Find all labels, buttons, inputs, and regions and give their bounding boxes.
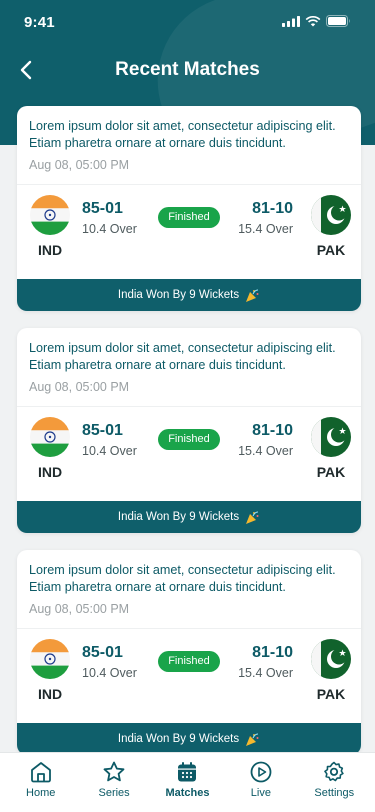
team-home: IND — [28, 417, 72, 480]
star-icon — [103, 761, 125, 782]
status-badge: Finished — [158, 429, 220, 450]
status-bar: 9:41 — [0, 0, 375, 44]
team-away-overs: 15.4 Over — [238, 222, 293, 236]
team-away-score: 81-10 — [252, 422, 293, 439]
page-title: Recent Matches — [115, 59, 260, 80]
team-name: PAK — [316, 242, 346, 258]
pakistan-flag-icon — [311, 417, 351, 457]
match-date: Aug 08, 05:00 PM — [29, 602, 130, 616]
signal-icon — [282, 15, 300, 27]
tab-label: Live — [250, 787, 271, 799]
team-away-score: 81-10 — [252, 200, 293, 217]
team-away-score: 81-10 — [252, 644, 293, 661]
party-popper-icon — [246, 289, 259, 302]
match-description: Lorem ipsum dolor sit amet, consectetur … — [29, 119, 336, 150]
status-icons — [282, 15, 351, 27]
team-home-score: 85-01 — [82, 200, 123, 217]
india-flag-icon — [30, 639, 70, 679]
tab-bar: Home Series Matches Live Settings — [0, 752, 375, 812]
match-date: Aug 08, 05:00 PM — [29, 380, 130, 394]
tab-settings[interactable]: Settings — [299, 753, 369, 812]
divider — [17, 184, 361, 185]
team-name: IND — [37, 686, 63, 702]
pakistan-flag-icon — [311, 639, 351, 679]
tab-matches[interactable]: Matches — [152, 753, 222, 812]
match-result: India Won By 9 Wickets — [17, 723, 361, 755]
india-flag-icon — [30, 417, 70, 457]
status-time: 9:41 — [24, 14, 55, 31]
play-icon — [250, 761, 272, 783]
team-home: IND — [28, 639, 72, 702]
match-result: India Won By 9 Wickets — [17, 501, 361, 533]
result-text: India Won By 9 Wickets — [117, 733, 240, 745]
match-card[interactable]: Lorem ipsum dolor sit amet, consectetur … — [17, 328, 361, 533]
team-home-score: 85-01 — [82, 422, 123, 439]
team-name: PAK — [316, 464, 346, 480]
match-card[interactable]: Lorem ipsum dolor sit amet, consectetur … — [17, 106, 361, 311]
india-flag-icon — [30, 195, 70, 235]
wifi-icon — [305, 15, 321, 26]
calendar-icon — [178, 762, 197, 782]
team-away: PAK — [309, 195, 353, 258]
team-home-overs: 10.4 Over — [82, 222, 137, 236]
team-name: IND — [37, 242, 63, 258]
match-date: Aug 08, 05:00 PM — [29, 158, 130, 172]
tab-live[interactable]: Live — [226, 753, 296, 812]
tab-series[interactable]: Series — [79, 753, 149, 812]
team-name: IND — [37, 464, 63, 480]
team-away-overs: 15.4 Over — [238, 666, 293, 680]
team-away: PAK — [309, 639, 353, 702]
tab-home[interactable]: Home — [6, 753, 76, 812]
party-popper-icon — [246, 733, 259, 746]
match-result: India Won By 9 Wickets — [17, 279, 361, 311]
team-name: PAK — [316, 686, 346, 702]
team-home-score: 85-01 — [82, 644, 123, 661]
result-text: India Won By 9 Wickets — [117, 289, 240, 301]
result-text: India Won By 9 Wickets — [117, 511, 240, 523]
tab-label: Matches — [165, 787, 210, 799]
team-home-overs: 10.4 Over — [82, 666, 137, 680]
tab-label: Series — [98, 787, 130, 799]
match-description: Lorem ipsum dolor sit amet, consectetur … — [29, 563, 336, 594]
tab-label: Home — [26, 787, 56, 799]
team-away-overs: 15.4 Over — [238, 444, 293, 458]
pakistan-flag-icon — [311, 195, 351, 235]
status-badge: Finished — [158, 651, 220, 672]
team-home-overs: 10.4 Over — [82, 444, 137, 458]
home-icon — [30, 762, 51, 783]
divider — [17, 406, 361, 407]
team-away: PAK — [309, 417, 353, 480]
party-popper-icon — [246, 511, 259, 524]
match-card[interactable]: Lorem ipsum dolor sit amet, consectetur … — [17, 550, 361, 755]
status-badge: Finished — [158, 207, 220, 228]
match-description: Lorem ipsum dolor sit amet, consectetur … — [29, 341, 336, 372]
team-home: IND — [28, 195, 72, 258]
gear-icon — [324, 761, 344, 782]
battery-icon — [326, 15, 350, 27]
tab-label: Settings — [314, 787, 355, 799]
divider — [17, 628, 361, 629]
